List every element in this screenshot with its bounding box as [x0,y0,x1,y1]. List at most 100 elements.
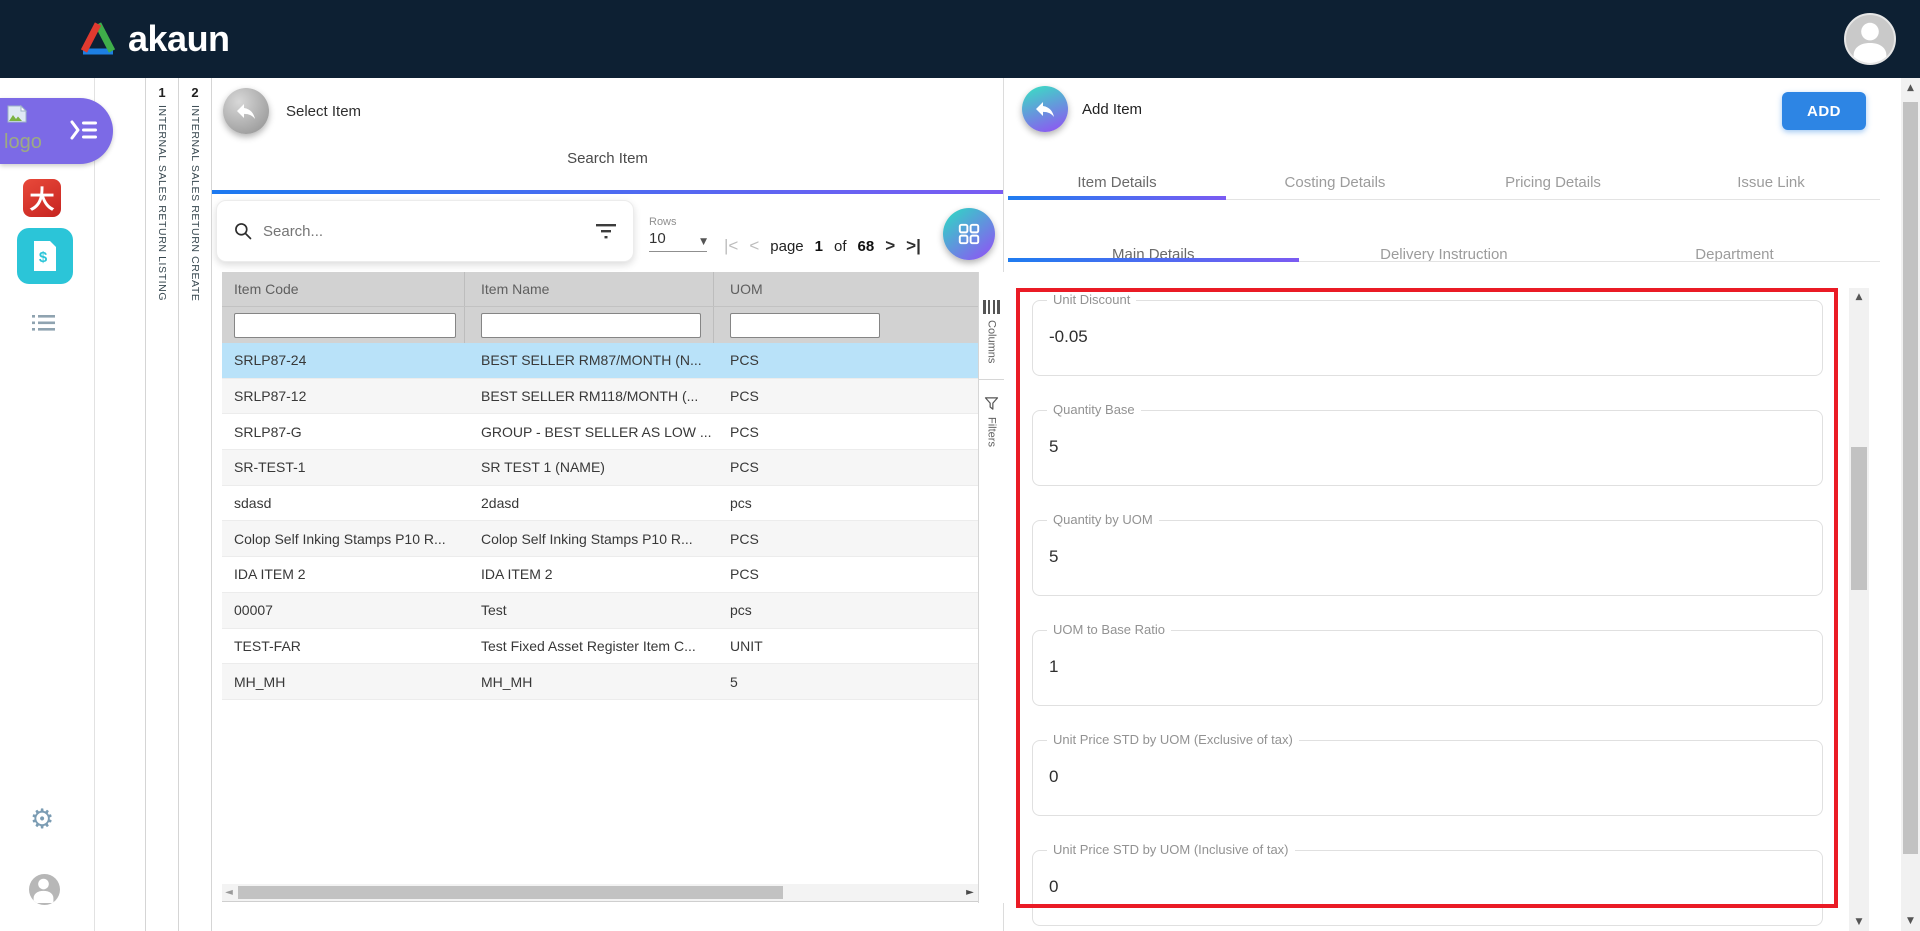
columns-icon [983,300,999,314]
table-row[interactable]: sdasd 2dasd pcs [222,486,978,522]
scroll-down-icon[interactable]: ▼ [1901,916,1920,926]
field-label: UOM to Base Ratio [1047,622,1171,637]
add-button[interactable]: ADD [1782,92,1866,130]
field-quantity-base[interactable]: Quantity Base 5 [1032,410,1823,486]
horizontal-scroll-thumb[interactable] [238,886,783,899]
panel-subtitle: Search Item [212,150,1003,167]
table-row[interactable]: SRLP87-G GROUP - BEST SELLER AS LOW ... … [222,414,978,450]
columns-tool-label: Columns [986,320,998,363]
cell-item-name: 2dasd [465,495,714,511]
cell-item-name: BEST SELLER RM118/MONTH (... [465,388,714,404]
back-button[interactable] [1022,86,1068,132]
cell-item-name: Test [465,602,714,618]
cell-item-code: SR-TEST-1 [222,459,465,475]
column-header-uom[interactable]: UOM [714,281,978,297]
page-scroll-thumb[interactable] [1903,102,1918,854]
cell-item-name: IDA ITEM 2 [465,566,714,582]
uom-filter-input[interactable] [730,313,880,338]
left-sidebar: logo 大 $ ⚙ [0,78,95,931]
field-unit-price-std-exclusive[interactable]: Unit Price STD by UOM (Exclusive of tax)… [1032,740,1823,816]
search-input[interactable] [263,223,585,240]
table-row[interactable]: SR-TEST-1 SR TEST 1 (NAME) PCS [222,450,978,486]
table-row[interactable]: Colop Self Inking Stamps P10 R... Colop … [222,521,978,557]
field-value: 1 [1033,631,1822,677]
invoice-doc-icon: $ [30,239,60,273]
field-value: -0.05 [1033,301,1822,347]
profile-icon[interactable] [29,874,60,905]
scroll-right-icon[interactable]: ► [963,887,977,898]
item-name-filter-input[interactable] [481,313,701,338]
vertical-tab-strip: 1 INTERNAL SALES RETURN LISTING 2 INTERN… [145,78,212,931]
cell-item-code: Colop Self Inking Stamps P10 R... [222,531,465,547]
screen: akaun logo 大 $ [0,0,1920,931]
select-item-panel: Select Item Search Item Rows 10 ▼ |< < p… [212,78,1004,931]
app-icon-red[interactable]: 大 [23,179,61,217]
app-icon-invoice[interactable]: $ [17,228,73,284]
settings-gear-icon[interactable]: ⚙ [30,806,54,833]
field-value: 0 [1033,741,1822,787]
svg-text:$: $ [39,249,48,266]
active-subtab-indicator [1008,258,1299,262]
table-row[interactable]: TEST-FAR Test Fixed Asset Register Item … [222,629,978,665]
scroll-down-icon[interactable]: ▼ [1849,917,1869,927]
scroll-left-icon[interactable]: ◄ [222,887,236,898]
column-header-item-name[interactable]: Item Name [465,272,714,306]
cell-uom: PCS [714,459,978,475]
scroll-up-icon[interactable]: ▲ [1849,292,1869,302]
panel-title: Add Item [1082,101,1142,118]
filters-tool-label: Filters [986,417,998,447]
items-table: Item Code Item Name UOM SRLP87-24 BEST S… [222,272,978,700]
workspace-logo-pill[interactable]: logo [0,98,113,164]
field-unit-price-std-inclusive[interactable]: Unit Price STD by UOM (Inclusive of tax)… [1032,850,1823,926]
gradient-divider [212,190,1003,194]
panel-scroll-thumb[interactable] [1851,447,1867,590]
field-uom-to-base-ratio[interactable]: UOM to Base Ratio 1 [1032,630,1823,706]
back-arrow-icon [234,99,258,123]
scroll-up-icon[interactable]: ▲ [1901,83,1920,93]
table-row[interactable]: SRLP87-24 BEST SELLER RM87/MONTH (N... P… [222,343,978,379]
cell-item-name: Colop Self Inking Stamps P10 R... [465,531,714,547]
search-bar [216,200,634,262]
panel-scrollbar[interactable]: ▲ ▼ [1849,288,1869,931]
last-page-button[interactable]: >| [906,236,921,256]
first-page-button[interactable]: |< [724,236,738,256]
vertical-tab-internal-sales-return-listing[interactable]: 1 INTERNAL SALES RETURN LISTING [146,78,179,931]
table-row[interactable]: IDA ITEM 2 IDA ITEM 2 PCS [222,557,978,593]
user-avatar[interactable] [1844,13,1896,65]
rows-per-page-select[interactable]: 10 ▼ [649,230,707,252]
cell-uom: UNIT [714,638,978,654]
horizontal-scrollbar[interactable]: ◄ ► [222,884,978,902]
cell-uom: PCS [714,424,978,440]
vertical-tab-internal-sales-return-create[interactable]: 2 INTERNAL SALES RETURN CREATE [179,78,212,931]
field-quantity-by-uom[interactable]: Quantity by UOM 5 [1032,520,1823,596]
table-row[interactable]: SRLP87-12 BEST SELLER RM118/MONTH (... P… [222,379,978,415]
filters-tool-button[interactable]: Filters [979,379,1004,447]
cell-item-code: TEST-FAR [222,638,465,654]
back-button[interactable] [223,88,269,134]
field-unit-discount[interactable]: Unit Discount -0.05 [1032,300,1823,376]
current-page: 1 [815,238,823,255]
table-row[interactable]: 00007 Test pcs [222,593,978,629]
filter-list-icon[interactable] [595,222,617,240]
vertical-tab-number: 2 [191,85,198,100]
cell-item-code: IDA ITEM 2 [222,566,465,582]
field-label: Unit Price STD by UOM (Inclusive of tax) [1047,842,1295,857]
subtab-delivery-instruction[interactable]: Delivery Instruction [1299,240,1590,277]
field-value: 0 [1033,851,1822,897]
next-page-button[interactable]: > [885,236,895,256]
subtab-department[interactable]: Department [1589,240,1880,277]
sidebar-toggle-icon[interactable] [69,119,99,141]
columns-tool-button[interactable]: Columns [979,272,1004,363]
field-label: Quantity by UOM [1047,512,1159,527]
grid-icon [956,221,982,247]
item-code-filter-input[interactable] [234,313,456,338]
grid-view-button[interactable] [943,208,995,260]
field-value: 5 [1033,521,1822,567]
column-header-item-code[interactable]: Item Code [222,272,465,306]
prev-page-button[interactable]: < [749,236,759,256]
form-fields: Unit Discount -0.05 Quantity Base 5 Quan… [1032,300,1823,931]
table-row[interactable]: MH_MH MH_MH 5 [222,664,978,700]
cell-item-name: MH_MH [465,674,714,690]
page-scrollbar[interactable]: ▲ ▼ [1901,78,1920,931]
list-menu-icon[interactable] [32,314,55,337]
